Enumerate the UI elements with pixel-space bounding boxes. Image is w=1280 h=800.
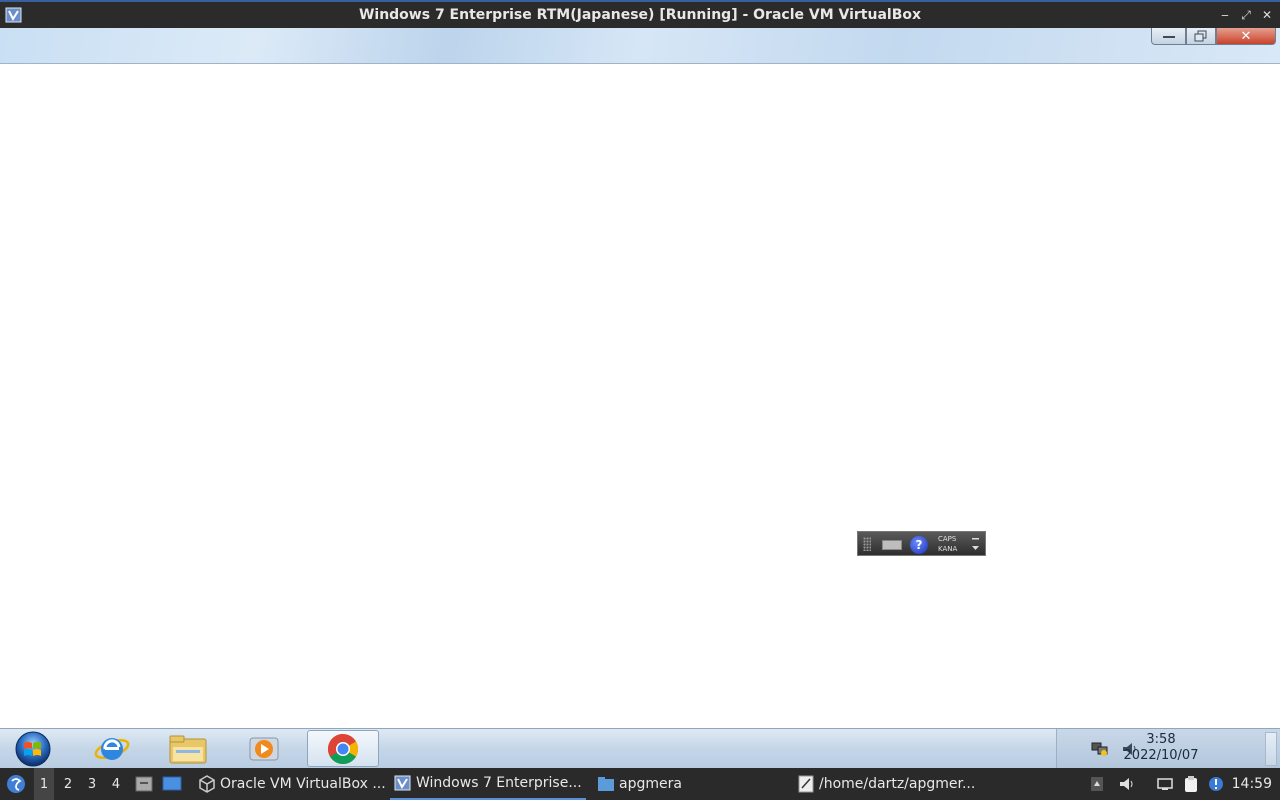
host-titlebar[interactable]: Windows 7 Enterprise RTM(Japanese) [Runn… <box>0 0 1280 28</box>
distro-logo-icon <box>7 775 25 793</box>
grip-icon[interactable] <box>863 537 871 551</box>
desktop-icon <box>162 776 182 791</box>
caps-label: CAPS <box>938 535 957 543</box>
host-clock[interactable]: 14:59 <box>1232 776 1272 792</box>
help-icon[interactable]: ? <box>910 536 928 554</box>
host-notification[interactable] <box>1208 768 1228 800</box>
taskbar-google-chrome[interactable] <box>307 730 379 767</box>
guest-desktop[interactable] <box>0 64 1280 728</box>
guest-clock-date: 2022/10/07 <box>1123 748 1199 763</box>
volume-icon <box>1120 778 1133 790</box>
guest-clock-time: 3:58 <box>1146 732 1176 747</box>
file-manager-launcher[interactable] <box>134 768 156 800</box>
folder-icon <box>169 735 207 763</box>
guest-window-frame: ✕ <box>0 28 1280 64</box>
workspace-2[interactable]: 2 <box>58 768 78 800</box>
ime-status: CAPS KANA <box>938 534 957 554</box>
guest-close-button[interactable]: ✕ <box>1216 28 1276 45</box>
vm-window-icon <box>394 775 411 791</box>
minimize-icon <box>1162 36 1175 38</box>
task-windows7-vm[interactable]: Windows 7 Enterprise... <box>390 768 586 800</box>
workspace-1[interactable]: 1 <box>34 768 54 800</box>
taskbar-windows-explorer[interactable] <box>152 730 224 767</box>
language-bar[interactable]: ? CAPS KANA <box>857 531 986 556</box>
host-panel: 1 2 3 4 Oracle VM VirtualBox ... Windows… <box>0 768 1280 800</box>
workspace-4[interactable]: 4 <box>106 768 126 800</box>
guest-clock[interactable]: 3:58 2022/10/07 <box>1106 732 1216 764</box>
network-icon <box>1157 778 1173 790</box>
taskbar-internet-explorer[interactable] <box>76 730 148 767</box>
clipboard-icon <box>1185 776 1197 792</box>
alert-icon <box>1209 777 1223 791</box>
task-virtualbox-manager[interactable]: Oracle VM VirtualBox ... <box>194 768 390 800</box>
media-player-icon <box>249 737 279 760</box>
task-label: Oracle VM VirtualBox ... <box>220 776 386 792</box>
close-button[interactable]: ✕ <box>1258 6 1276 24</box>
text-editor-icon <box>798 775 814 793</box>
restore-icon <box>1194 30 1207 42</box>
guest-minimize-button[interactable] <box>1151 28 1186 45</box>
show-desktop-button[interactable] <box>1265 732 1277 766</box>
host-network[interactable] <box>1156 768 1176 800</box>
start-orb-icon[interactable] <box>10 731 56 767</box>
task-label: /home/dartz/apgmer... <box>819 776 976 792</box>
task-text-editor[interactable]: /home/dartz/apgmer... <box>793 768 979 800</box>
task-apgmera-folder[interactable]: apgmera <box>593 768 686 800</box>
chrome-icon <box>327 733 359 764</box>
workspace-3[interactable]: 3 <box>82 768 102 800</box>
maximize-button[interactable]: ⤢ <box>1237 6 1255 24</box>
guest-restore-button[interactable] <box>1186 28 1216 45</box>
show-desktop-launcher[interactable] <box>162 768 184 800</box>
language-bar-options-icon[interactable] <box>972 535 980 556</box>
internet-explorer-icon <box>94 737 130 760</box>
tray-up-arrow[interactable] <box>1090 768 1108 800</box>
app-menu-button[interactable] <box>4 768 28 800</box>
task-label: apgmera <box>619 776 682 792</box>
file-cabinet-icon <box>135 776 153 792</box>
host-clipboard[interactable] <box>1182 768 1202 800</box>
arrow-up-icon <box>1091 777 1103 791</box>
virtualbox-icon <box>199 775 215 793</box>
keyboard-icon[interactable] <box>882 540 902 550</box>
folder-icon <box>598 777 614 791</box>
host-volume[interactable] <box>1118 768 1138 800</box>
minimize-button[interactable]: ‒ <box>1216 6 1234 24</box>
window-title: Windows 7 Enterprise RTM(Japanese) [Runn… <box>358 7 922 23</box>
kana-label: KANA <box>938 545 958 553</box>
taskbar-media-player[interactable] <box>228 730 300 767</box>
close-icon: ✕ <box>1240 28 1252 44</box>
guest-taskbar: 3:58 2022/10/07 <box>0 728 1280 769</box>
guest-window-controls: ✕ <box>1151 28 1276 45</box>
task-label: Windows 7 Enterprise... <box>416 775 582 791</box>
